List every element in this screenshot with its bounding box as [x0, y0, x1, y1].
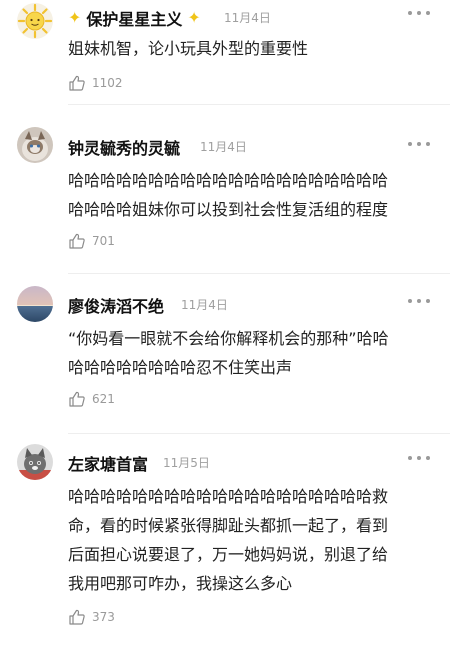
like-count: 701 [92, 234, 115, 248]
thumbs-up-icon [69, 233, 85, 249]
avatar[interactable] [17, 286, 53, 322]
comment-item: ✦ 保护星星主义 ✦ 11月4日 姐妹机智，论小玩具外型的重要性 1102 [0, 0, 450, 105]
comment-text-line: 姐妹机智，论小玩具外型的重要性 [68, 39, 309, 58]
dot-icon [426, 456, 430, 460]
comment-item: 钟灵毓秀的灵毓 11月4日 哈哈哈哈哈哈哈哈哈哈哈哈哈哈哈哈哈哈哈哈 哈哈哈哈姐… [0, 105, 450, 274]
avatar[interactable] [17, 3, 53, 39]
more-options-button[interactable] [408, 453, 430, 463]
comment-date: 11月5日 [163, 456, 210, 470]
dot-icon [417, 456, 421, 460]
dot-icon [417, 299, 421, 303]
more-options-button[interactable] [408, 296, 430, 306]
username-text: 钟灵毓秀的灵毓 [68, 139, 181, 158]
dot-icon [417, 11, 421, 15]
comment-item: 廖俊涛滔不绝 11月4日 “你妈看一眼就不会给你解释机会的那种”哈哈 哈哈哈哈哈… [0, 274, 450, 434]
username-text: 廖俊涛滔不绝 [68, 297, 165, 316]
comment-text: “你妈看一眼就不会给你解释机会的那种”哈哈 哈哈哈哈哈哈哈哈忍不住笑出声 [68, 324, 434, 382]
comment-text-line: 后面担心说要退了，万一她妈妈说，别退了给 [68, 545, 389, 564]
comment-text-line: 哈哈哈哈哈哈哈哈忍不住笑出声 [68, 358, 293, 377]
username[interactable]: 左家塘首富 [68, 451, 148, 475]
thumbs-up-icon [69, 609, 85, 625]
cat-photo-icon [17, 444, 53, 480]
username-text: 保护星星主义 [86, 10, 183, 29]
like-button[interactable]: 1102 [68, 74, 123, 92]
more-options-button[interactable] [408, 139, 430, 149]
comment-text-line: 哈哈哈哈姐妹你可以投到社会性复活组的程度 [68, 200, 389, 219]
dot-icon [408, 142, 412, 146]
comment-date: 11月4日 [200, 140, 247, 154]
comment-text-line: 命，看的时候紧张得脚趾头都抓一起了，看到 [68, 516, 389, 535]
more-options-button[interactable] [408, 8, 430, 18]
dot-icon [426, 299, 430, 303]
username-text: 左家塘首富 [68, 455, 149, 474]
dot-icon [426, 142, 430, 146]
like-button[interactable]: 701 [68, 232, 115, 250]
like-button[interactable]: 621 [68, 390, 115, 408]
username[interactable]: 钟灵毓秀的灵毓 [68, 135, 180, 159]
comment-text-line: 我用吧那可咋办，我操这么多心 [68, 574, 293, 593]
thumbs-up-icon [69, 75, 85, 91]
sparkle-icon: ✦ [68, 8, 82, 27]
comment-item: 左家塘首富 11月5日 哈哈哈哈哈哈哈哈哈哈哈哈哈哈哈哈哈哈哈救 命，看的时候紧… [0, 435, 450, 645]
avatar[interactable] [17, 127, 53, 163]
comment-text: 哈哈哈哈哈哈哈哈哈哈哈哈哈哈哈哈哈哈哈哈 哈哈哈哈姐妹你可以投到社会性复活组的程… [68, 166, 434, 224]
like-count: 1102 [92, 76, 123, 90]
username[interactable]: ✦ 保护星星主义 ✦ [68, 6, 201, 30]
sunset-sea-icon [17, 286, 53, 322]
like-count: 621 [92, 392, 115, 406]
comment-text: 姐妹机智，论小玩具外型的重要性 [68, 34, 434, 63]
cat-icon [17, 127, 53, 163]
like-button[interactable]: 373 [68, 608, 115, 626]
divider [68, 433, 450, 434]
dot-icon [417, 142, 421, 146]
comment-date: 11月4日 [224, 11, 271, 25]
comment-text: 哈哈哈哈哈哈哈哈哈哈哈哈哈哈哈哈哈哈哈救 命，看的时候紧张得脚趾头都抓一起了，看… [68, 482, 434, 598]
sun-icon [17, 3, 53, 39]
dot-icon [426, 11, 430, 15]
dot-icon [408, 299, 412, 303]
like-count: 373 [92, 610, 115, 624]
thumbs-up-icon [69, 391, 85, 407]
comment-text-line: 哈哈哈哈哈哈哈哈哈哈哈哈哈哈哈哈哈哈哈哈 [68, 171, 389, 190]
comment-text-line: 哈哈哈哈哈哈哈哈哈哈哈哈哈哈哈哈哈哈哈救 [68, 487, 389, 506]
dot-icon [408, 456, 412, 460]
sparkle-icon: ✦ [187, 8, 201, 27]
dot-icon [408, 11, 412, 15]
comment-date: 11月4日 [181, 298, 228, 312]
comment-text-line: “你妈看一眼就不会给你解释机会的那种”哈哈 [68, 329, 389, 348]
avatar[interactable] [17, 444, 53, 480]
username[interactable]: 廖俊涛滔不绝 [68, 293, 164, 317]
